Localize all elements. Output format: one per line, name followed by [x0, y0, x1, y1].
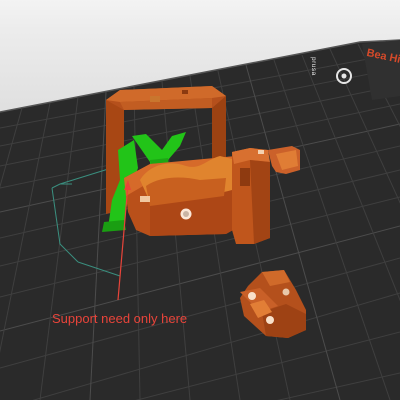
bed-logo-label: prusa	[310, 57, 317, 76]
slicer-3d-viewport[interactable]: Support need only here Bea Hi prusa	[0, 0, 400, 400]
annotation-label: Support need only here	[52, 311, 188, 326]
print-bed-scene	[0, 39, 400, 400]
